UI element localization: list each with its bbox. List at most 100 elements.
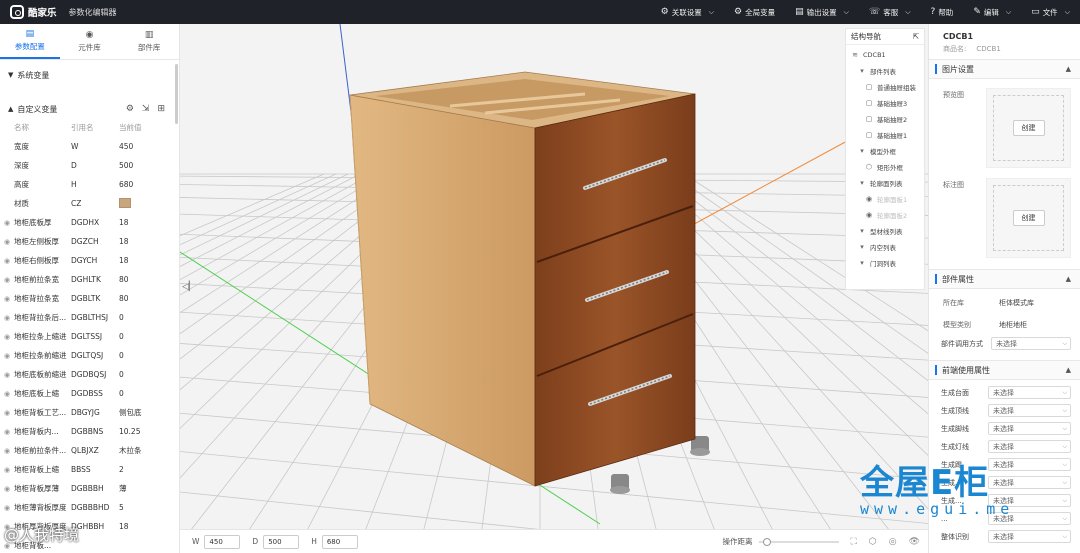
var-row[interactable]: ◉ 地柜前拉条宽 DGHLTK 80 xyxy=(0,270,179,289)
eye-icon[interactable]: ◉ xyxy=(4,219,14,227)
nav-item[interactable]: ▾ 型材线列表 xyxy=(846,223,924,239)
var-row[interactable]: ◉ 地柜前拉条件... QLBJXZ 木拉条 xyxy=(0,441,179,460)
menu-2[interactable]: ▤ 输出设置 ⌵ xyxy=(785,7,859,18)
settings-icon[interactable]: ⚙ xyxy=(126,104,134,114)
var-row[interactable]: ◉ 地柜背板内... DGBBNS 10.25 xyxy=(0,422,179,441)
var-row[interactable]: ◉ 地柜底板上缩 DGDBSS 0 xyxy=(0,384,179,403)
pin-icon[interactable]: ⇱ xyxy=(913,32,919,41)
var-row[interactable]: ◉ 地柜背板厚薄 DGBBBH 薄 xyxy=(0,479,179,498)
frontend-select[interactable]: 未选择 ⌵ xyxy=(988,422,1071,435)
menu-4[interactable]: ? 帮助 xyxy=(921,7,964,18)
var-row[interactable]: ◉ 地柜薄背板厚度 DGBBBHD 5 xyxy=(0,498,179,517)
3d-viewport[interactable]: ◁▏ ▷ xyxy=(180,24,928,529)
nav-item[interactable]: ▾ 模型外框 xyxy=(846,143,924,159)
eye-icon[interactable]: ◉ xyxy=(4,295,14,303)
var-value[interactable]: 薄 xyxy=(119,483,169,494)
eye-icon[interactable]: ◉ xyxy=(4,485,14,493)
add-icon[interactable]: ⊞ xyxy=(157,104,165,114)
nav-item[interactable]: ▾ 轮廓面列表 xyxy=(846,175,924,191)
var-row[interactable]: ◉ 地柜背拉条宽 DGBLTK 80 xyxy=(0,289,179,308)
nav-item[interactable]: ≋ CDCB1 xyxy=(846,47,924,63)
var-value[interactable]: 18 xyxy=(119,256,169,265)
var-value[interactable]: 0 xyxy=(119,370,169,379)
image-settings-section[interactable]: 图片设置 ▲ xyxy=(929,59,1080,79)
frontend-select[interactable]: 未选择 ⌵ xyxy=(988,404,1071,417)
collapse-left-icon[interactable]: ◁▏ xyxy=(182,282,196,292)
var-value[interactable]: 木拉条 xyxy=(119,445,169,456)
brand-logo[interactable]: 酷家乐 参数化编辑器 xyxy=(0,5,117,19)
eye-icon[interactable]: ◉ xyxy=(4,371,14,379)
var-value[interactable]: 680 xyxy=(119,180,169,189)
system-vars-section[interactable]: ▼ 系统变量 xyxy=(0,66,179,84)
nav-item[interactable]: ⬡ 矩形外框 xyxy=(846,159,924,175)
nav-item[interactable]: ▾ 内空列表 xyxy=(846,239,924,255)
menu-3[interactable]: ☏ 客服 ⌵ xyxy=(859,7,921,18)
var-value[interactable]: 450 xyxy=(119,142,169,151)
var-row[interactable]: ◉ 地柜左侧板厚 DGZCH 18 xyxy=(0,232,179,251)
var-value[interactable]: 18 xyxy=(119,218,169,227)
var-row[interactable]: ◉ 地柜背板工艺... DBGYJG 侧包底 xyxy=(0,403,179,422)
eye-icon[interactable]: ◉ xyxy=(4,504,14,512)
var-value[interactable]: 0 xyxy=(119,332,169,341)
nav-item[interactable]: ▢ 基础抽屉3 xyxy=(846,95,924,111)
var-row[interactable]: ◉ 地柜背板上缩 BBSS 2 xyxy=(0,460,179,479)
depth-input[interactable]: 500 xyxy=(263,534,300,549)
tab-components[interactable]: ◉ 元件库 xyxy=(60,24,120,59)
var-row[interactable]: 深度 D 500 xyxy=(0,156,179,175)
create-annotation-button[interactable]: 创建 xyxy=(1012,210,1045,226)
var-value[interactable]: 0 xyxy=(119,389,169,398)
menu-1[interactable]: ⚙ 全局变量 xyxy=(724,7,785,18)
cabinet-3d-model[interactable] xyxy=(180,24,928,529)
call-mode-select[interactable]: 未选择 ⌵ xyxy=(991,337,1071,350)
zoom-slider-handle[interactable] xyxy=(762,537,771,546)
eye-icon[interactable]: ◉ xyxy=(4,276,14,284)
eye-icon[interactable]: ◉ xyxy=(4,333,14,341)
width-input[interactable]: 450 xyxy=(204,534,241,549)
var-row[interactable]: ◉ 地柜拉条前缩进 DGLTQSJ 0 xyxy=(0,346,179,365)
frontend-props-section[interactable]: 前端使用属性 ▲ xyxy=(929,360,1080,380)
var-value[interactable]: 0 xyxy=(119,313,169,322)
frontend-select[interactable]: 未选择 ⌵ xyxy=(988,440,1071,453)
var-value[interactable] xyxy=(119,197,169,210)
nav-item[interactable]: ▢ 普通抽屉组装 xyxy=(846,79,924,95)
import-icon[interactable]: ⇲ xyxy=(142,104,150,114)
var-value[interactable]: 80 xyxy=(119,294,169,303)
material-swatch[interactable] xyxy=(119,197,131,208)
eye-icon[interactable]: ◉ xyxy=(4,352,14,360)
part-props-section[interactable]: 部件属性 ▲ xyxy=(929,269,1080,289)
nav-item[interactable]: ▢ 基础抽屉1 xyxy=(846,127,924,143)
visibility-icon[interactable]: 👁 xyxy=(909,537,920,547)
var-value[interactable]: 18 xyxy=(119,237,169,246)
nav-item[interactable]: ▾ 门洞列表 xyxy=(846,255,924,271)
nav-item[interactable]: ◉ 轮廓面板1 xyxy=(846,191,924,207)
eye-icon[interactable]: ◉ xyxy=(4,466,14,474)
eye-icon[interactable]: ◉ xyxy=(4,390,14,398)
eye-icon[interactable]: ◉ xyxy=(4,447,14,455)
var-row[interactable]: 材质 CZ xyxy=(0,194,179,213)
var-row[interactable]: ◉ 地柜背拉条后... DGBLTHSJ 0 xyxy=(0,308,179,327)
var-value[interactable]: 10.25 xyxy=(119,427,169,436)
tab-params[interactable]: ▤ 参数配置 xyxy=(0,24,60,59)
var-row[interactable]: ◉ 地柜右侧板厚 DGYCH 18 xyxy=(0,251,179,270)
left-scrollbar[interactable] xyxy=(175,64,178,124)
var-row[interactable]: 高度 H 680 xyxy=(0,175,179,194)
var-value[interactable]: 80 xyxy=(119,275,169,284)
var-value[interactable]: 2 xyxy=(119,465,169,474)
var-value[interactable]: 5 xyxy=(119,503,169,512)
var-value[interactable]: 500 xyxy=(119,161,169,170)
eye-icon[interactable]: ◉ xyxy=(4,314,14,322)
var-value[interactable]: 0 xyxy=(119,351,169,360)
var-row[interactable]: 宽度 W 450 xyxy=(0,137,179,156)
eye-icon[interactable]: ◉ xyxy=(4,238,14,246)
custom-vars-section[interactable]: ▲ 自定义变量 ⚙ ⇲ ⊞ xyxy=(0,100,179,118)
var-row[interactable]: ◉ 地柜底板前缩进 DGDBQSJ 0 xyxy=(0,365,179,384)
nav-item[interactable]: ◉ 轮廓面板2 xyxy=(846,207,924,223)
menu-5[interactable]: ✎ 编辑 ⌵ xyxy=(963,7,1021,18)
nav-item[interactable]: ▢ 基础抽屉2 xyxy=(846,111,924,127)
create-preview-button[interactable]: 创建 xyxy=(1012,120,1045,136)
var-value[interactable]: 18 xyxy=(119,522,169,531)
eye-icon[interactable]: ◉ xyxy=(4,428,14,436)
eye-icon[interactable]: ◉ xyxy=(4,409,14,417)
var-value[interactable]: 侧包底 xyxy=(119,407,169,418)
menu-6[interactable]: ▭ 文件 ⌵ xyxy=(1021,7,1080,18)
